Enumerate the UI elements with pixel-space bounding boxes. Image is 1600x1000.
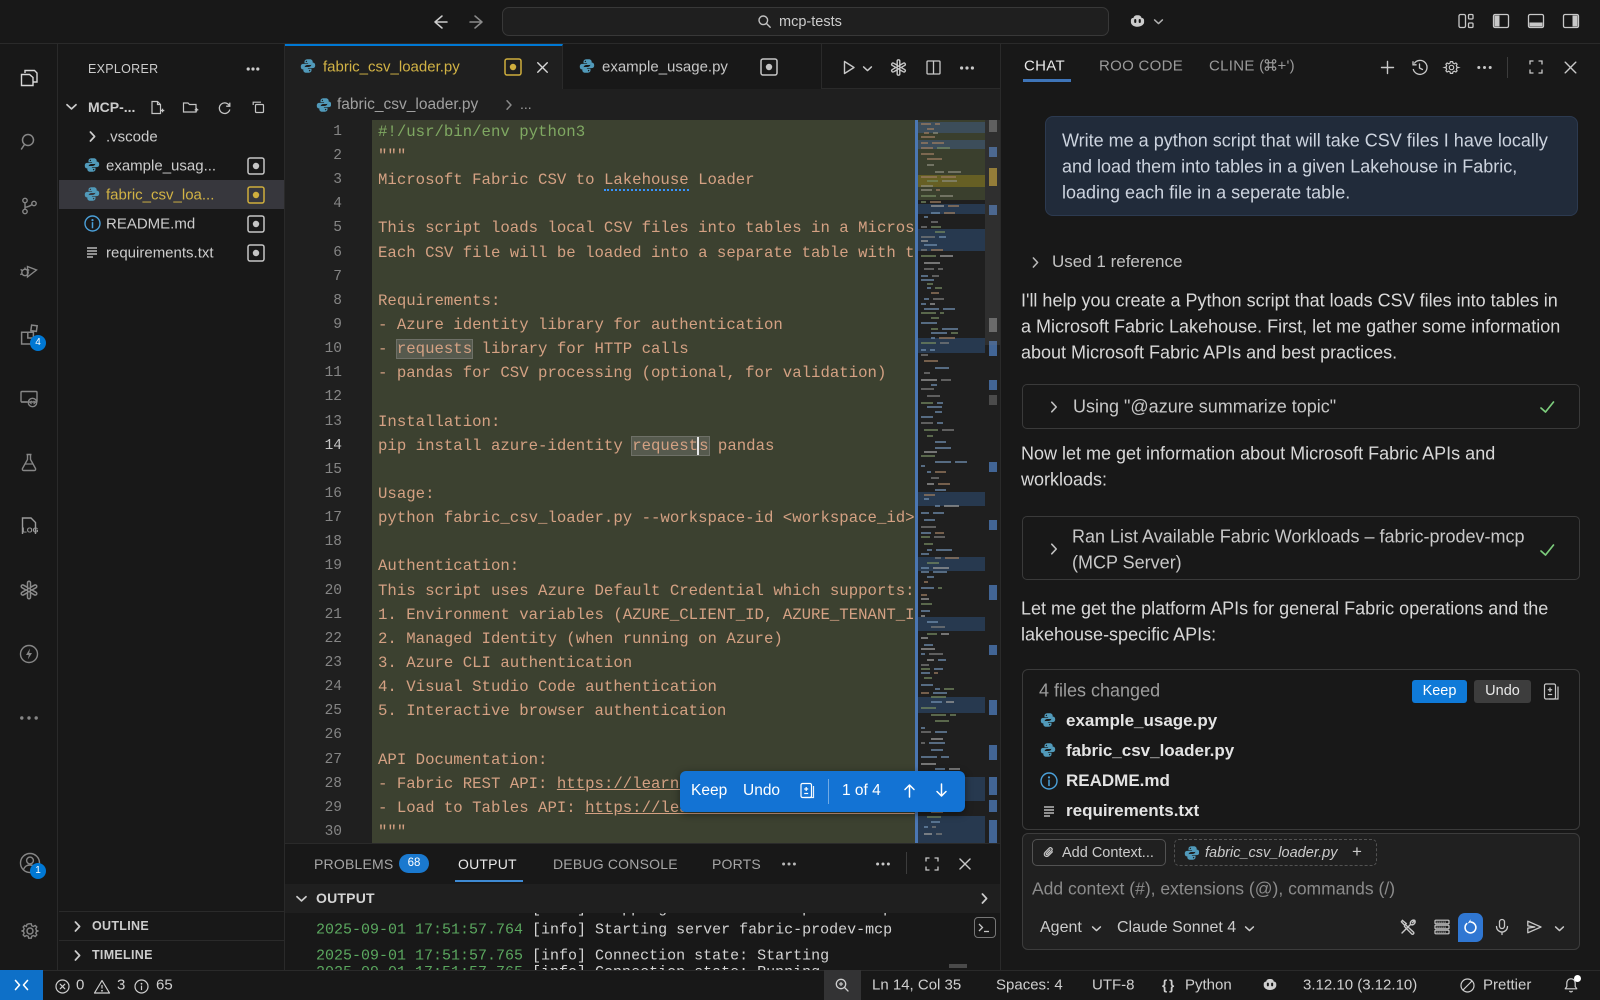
svg-text:LOG: LOG — [22, 526, 38, 535]
